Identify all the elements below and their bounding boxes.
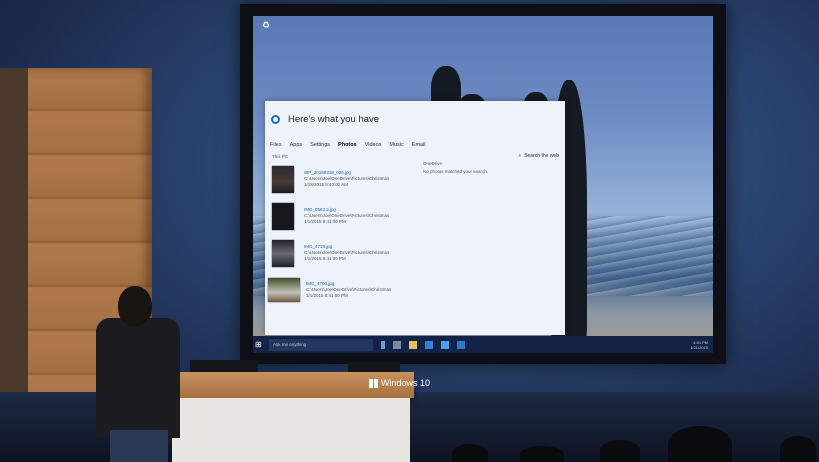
system-tray-clock[interactable]: 4:40 PM 1/21/2015 <box>690 340 708 350</box>
task-view-icon[interactable] <box>393 340 401 349</box>
result-info: IMG_4719.jpg C:\Users\Joe\OneDrive\Pictu… <box>304 244 389 262</box>
panel-title: Here's what you have <box>288 113 380 125</box>
list-item[interactable]: IMG_0563.2.jpg C:\Users\Joe\OneDrive\Pic… <box>272 198 412 234</box>
panel-header: Here's what you have <box>271 111 379 127</box>
taskbar: ⊞ Ask me anything 4:40 PM 1/21/2015 <box>253 336 713 353</box>
presenter-body <box>96 318 180 438</box>
wallpaper-credit <box>613 288 705 308</box>
onedrive-heading: OneDrive <box>423 161 443 166</box>
result-date: 1/18/2015 8:40:00 AM <box>304 182 349 187</box>
tab-videos[interactable]: Videos <box>365 142 382 148</box>
podium-logo: Windows 10 <box>369 378 430 388</box>
tab-files[interactable]: Files <box>270 142 282 148</box>
mail-icon[interactable] <box>457 340 465 349</box>
onedrive-empty-message: No photos matched your search. <box>423 169 489 174</box>
tab-email[interactable]: Email <box>412 142 426 148</box>
result-date: 1/1/2015 8:41:00 PM <box>304 219 346 224</box>
result-category-tabs: Files Apps Settings Photos Videos Music … <box>270 142 426 148</box>
tab-settings[interactable]: Settings <box>310 142 330 148</box>
windows-logo-icon <box>369 378 378 388</box>
desktop-icon-glyph: ♻ <box>261 20 271 30</box>
result-info: WP_20150318_026.jpg C:\Users\Joe\OneDriv… <box>304 170 389 188</box>
list-item[interactable]: WP_20150318_026.jpg C:\Users\Joe\OneDriv… <box>272 161 412 197</box>
presenter-head <box>118 286 152 326</box>
store-icon[interactable] <box>425 340 433 349</box>
search-icon: ⌕ <box>518 153 522 159</box>
windows-start-icon[interactable]: ⊞ <box>255 340 265 350</box>
audience-head <box>668 426 732 462</box>
tab-music[interactable]: Music <box>389 142 403 148</box>
tab-apps[interactable]: Apps <box>290 142 303 148</box>
podium-brand: Windows 10 <box>381 378 431 388</box>
photo-thumbnail <box>272 239 294 267</box>
photo-thumbnail <box>272 165 294 193</box>
tray-time: 4:40 PM <box>693 339 708 345</box>
photo-thumbnail <box>272 202 294 230</box>
this-pc-heading: This PC <box>272 154 289 159</box>
presenter-legs <box>110 430 168 462</box>
list-item[interactable]: IMG_4700.jpg C:\Users\Joe\OneDrive\Pictu… <box>268 272 412 308</box>
result-info: IMG_4700.jpg C:\Users\Joe\OneDrive\Pictu… <box>306 281 391 299</box>
microphone-icon[interactable] <box>381 340 385 349</box>
result-date: 1/1/2015 8:41:00 PM <box>304 256 346 261</box>
audience-head <box>452 444 488 462</box>
recycle-bin-icon[interactable]: ♻ <box>257 20 275 42</box>
folder-icon[interactable] <box>409 340 417 349</box>
photo-results-list: WP_20150318_026.jpg C:\Users\Joe\OneDriv… <box>268 161 412 309</box>
tab-photos[interactable]: Photos <box>338 142 357 148</box>
photo-thumbnail <box>268 278 300 302</box>
cortana-ring-icon <box>271 114 280 124</box>
list-item[interactable]: IMG_4719.jpg C:\Users\Joe\OneDrive\Pictu… <box>272 235 412 271</box>
cortana-search-panel: Here's what you have Files Apps Settings… <box>265 101 565 335</box>
audience-head <box>520 446 564 462</box>
audience-head <box>600 440 640 462</box>
search-web-link[interactable]: ⌕ Search the web <box>518 153 559 159</box>
taskbar-search-box[interactable]: Ask me anything <box>269 338 373 351</box>
audience-head <box>780 436 816 462</box>
podium-front <box>172 398 410 462</box>
result-date: 1/1/2015 8:41:00 PM <box>306 293 348 298</box>
search-web-label: Search the web <box>524 153 559 159</box>
tray-date: 1/21/2015 <box>690 344 708 350</box>
app-icon[interactable] <box>441 340 449 349</box>
result-info: IMG_0563.2.jpg C:\Users\Joe\OneDrive\Pic… <box>304 207 389 225</box>
